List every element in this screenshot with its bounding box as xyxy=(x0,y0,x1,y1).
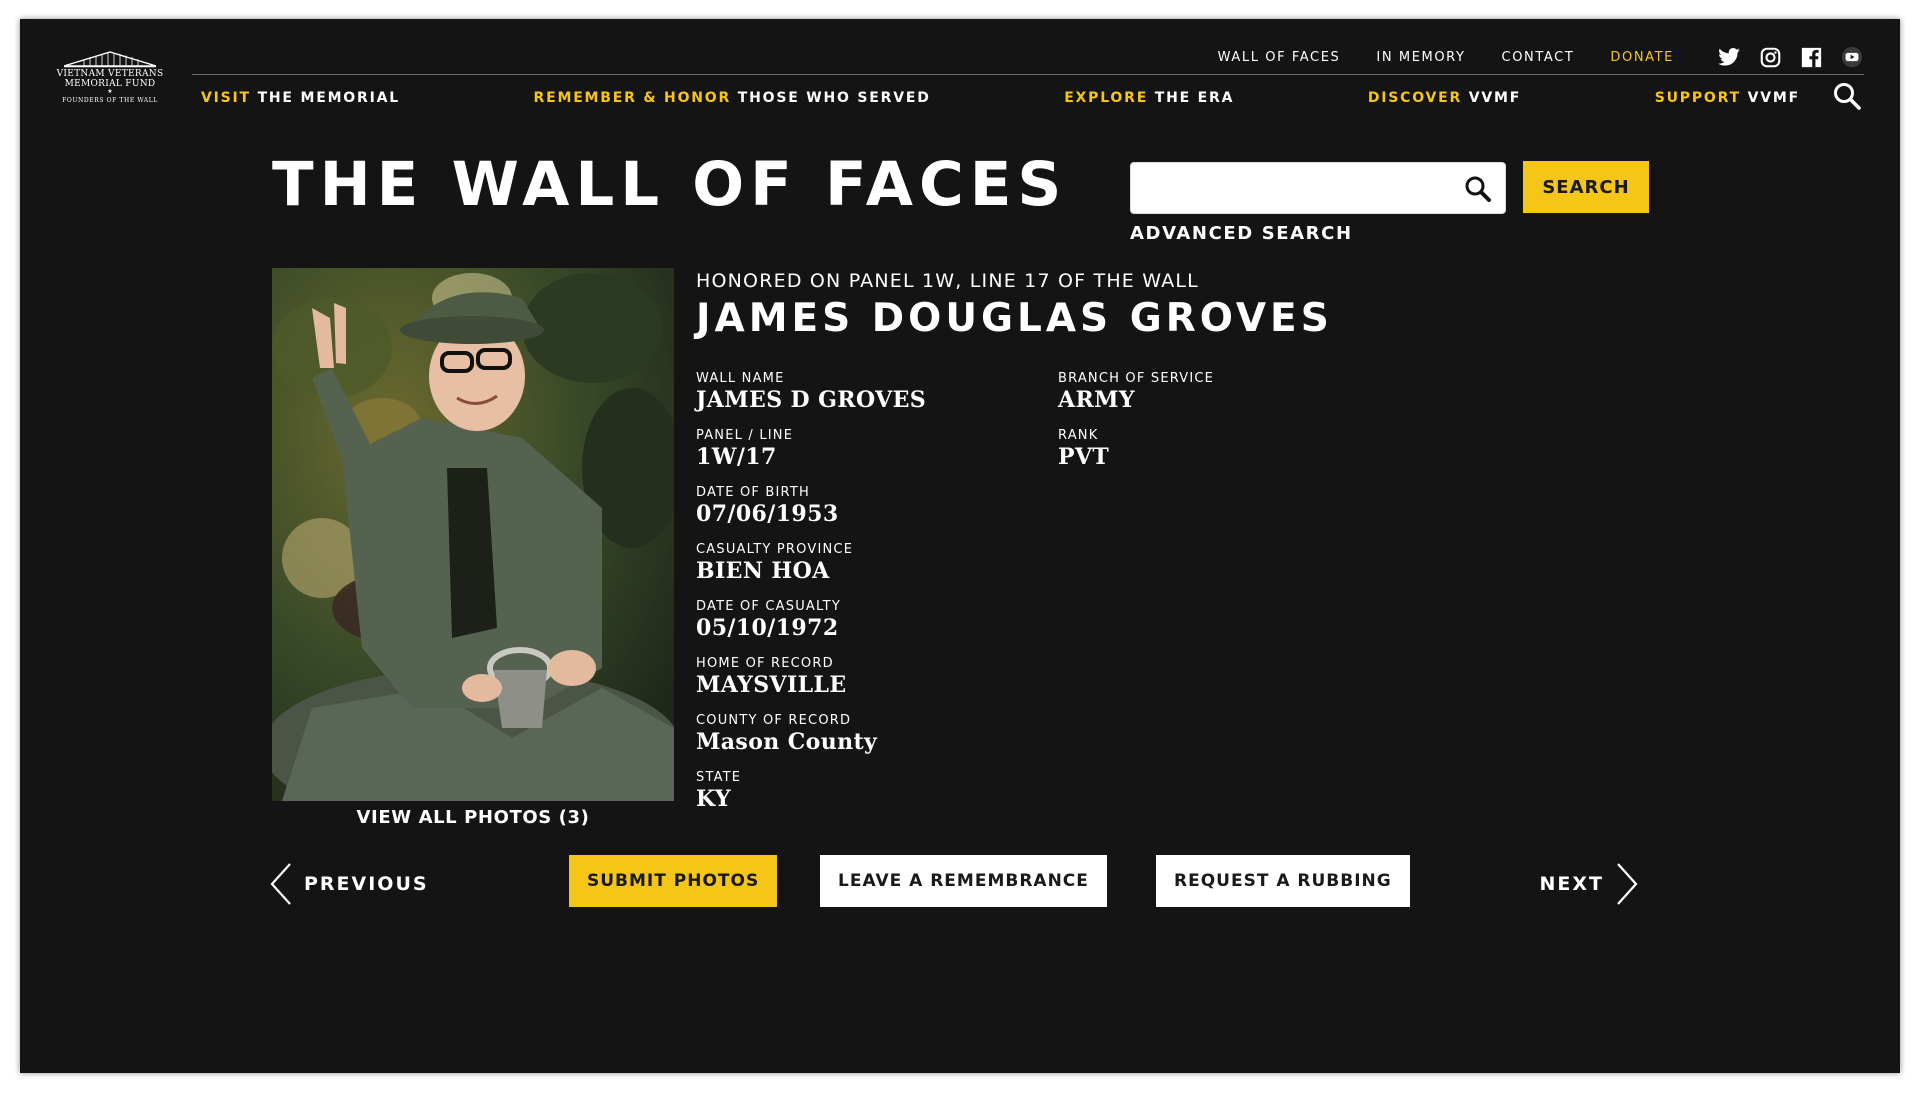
request-rubbing-button[interactable]: REQUEST A RUBBING xyxy=(1156,855,1410,907)
chevron-right-icon xyxy=(1617,863,1638,905)
field-home-of-record: HOME OF RECORD MAYSVILLE xyxy=(696,656,847,699)
submit-photos-button[interactable]: SUBMIT PHOTOS xyxy=(569,855,778,907)
page-frame: VIETNAM VETERANS MEMORIAL FUND ★ FOUNDER… xyxy=(20,19,1900,1073)
nav-discover-vvmf[interactable]: DISCOVER VVMF xyxy=(1368,90,1521,106)
nav-remember-and-honor[interactable]: REMEMBER & HONOR THOSE WHO SERVED xyxy=(534,90,931,106)
nav-explore-the-era[interactable]: EXPLORE THE ERA xyxy=(1064,90,1234,106)
field-value: JAMES D GROVES xyxy=(696,387,927,413)
field-label: HOME OF RECORD xyxy=(696,656,834,671)
field-date-of-casualty: DATE OF CASUALTY 05/10/1972 xyxy=(696,599,841,642)
nav-highlight: DISCOVER xyxy=(1367,90,1463,106)
utility-link-donate[interactable]: DONATE xyxy=(1610,50,1674,65)
logo-star-icon: ★ xyxy=(107,88,113,95)
field-value: PVT xyxy=(1058,444,1110,470)
twitter-icon[interactable] xyxy=(1717,46,1741,68)
utility-link-contact[interactable]: CONTACT xyxy=(1502,50,1575,65)
nav-highlight: VISIT xyxy=(201,90,251,106)
field-label: CASUALTY PROVINCE xyxy=(696,542,854,557)
utility-link-wall-of-faces[interactable]: WALL OF FACES xyxy=(1218,50,1341,65)
logo-line-1: VIETNAM VETERANS xyxy=(56,69,164,79)
field-value: 07/06/1953 xyxy=(696,501,839,527)
field-wall-name: WALL NAME JAMES D GROVES xyxy=(696,371,926,414)
field-label: RANK xyxy=(1058,428,1099,443)
nav-visit-the-memorial[interactable]: VISIT THE MEMORIAL xyxy=(201,90,400,106)
field-label: COUNTY OF RECORD xyxy=(696,713,852,728)
facebook-icon[interactable] xyxy=(1799,46,1823,68)
next-label: NEXT xyxy=(1539,873,1604,895)
nav-support-vvmf[interactable]: SUPPORT VVMF xyxy=(1655,90,1800,106)
field-label: STATE xyxy=(696,770,742,785)
header-divider xyxy=(192,74,1864,75)
logo-tagline: FOUNDERS OF THE WALL xyxy=(62,97,158,104)
field-county-of-record: COUNTY OF RECORD Mason County xyxy=(696,713,877,756)
memorial-wall-logo-icon xyxy=(64,51,156,68)
view-all-photos-link[interactable]: VIEW ALL PHOTOS (3) xyxy=(272,807,674,828)
youtube-icon[interactable] xyxy=(1840,46,1864,68)
field-value: BIEN HOA xyxy=(696,558,830,584)
utility-nav: WALL OF FACES IN MEMORY CONTACT DONATE xyxy=(1218,46,1864,68)
field-label: PANEL / LINE xyxy=(696,428,794,443)
nav-rest: VVMF xyxy=(1462,90,1522,106)
field-label: WALL NAME xyxy=(696,371,785,386)
field-value: MAYSVILLE xyxy=(696,672,847,698)
nav-rest: THE MEMORIAL xyxy=(250,90,400,106)
social-links xyxy=(1700,46,1864,68)
search-box xyxy=(1130,162,1506,214)
page-title: THE WALL OF FACES xyxy=(272,149,1068,220)
soldier-photo-image xyxy=(272,268,674,801)
search-input[interactable] xyxy=(1141,163,1441,213)
full-name: JAMES DOUGLAS GROVES xyxy=(696,296,1333,341)
nav-highlight: REMEMBER & HONOR xyxy=(533,90,732,106)
advanced-search-link[interactable]: ADVANCED SEARCH xyxy=(1130,223,1353,244)
field-panel-line: PANEL / LINE 1W/17 xyxy=(696,428,793,471)
field-label: DATE OF BIRTH xyxy=(696,485,810,500)
field-branch-of-service: BRANCH OF SERVICE ARMY xyxy=(1058,371,1214,414)
field-label: DATE OF CASUALTY xyxy=(696,599,841,614)
field-state: STATE KY xyxy=(696,770,741,813)
nav-rest: THE ERA xyxy=(1148,90,1235,106)
nav-rest: THOSE WHO SERVED xyxy=(731,90,931,106)
field-rank: RANK PVT xyxy=(1058,428,1109,471)
chevron-left-icon xyxy=(270,863,291,905)
next-button[interactable]: NEXT xyxy=(1540,861,1639,907)
previous-button[interactable]: PREVIOUS xyxy=(270,861,429,907)
main-nav: VISIT THE MEMORIAL REMEMBER & HONOR THOS… xyxy=(201,87,1800,109)
field-value: 1W/17 xyxy=(696,444,777,470)
field-value: KY xyxy=(696,786,732,812)
field-value: 05/10/1972 xyxy=(696,615,839,641)
field-date-of-birth: DATE OF BIRTH 07/06/1953 xyxy=(696,485,839,528)
previous-label: PREVIOUS xyxy=(304,873,429,895)
vvmf-logo[interactable]: VIETNAM VETERANS MEMORIAL FUND ★ FOUNDER… xyxy=(55,50,165,110)
field-value: ARMY xyxy=(1058,387,1136,413)
search-button[interactable]: SEARCH xyxy=(1523,161,1649,213)
search-icon[interactable] xyxy=(1463,174,1493,204)
leave-remembrance-button[interactable]: LEAVE A REMEMBRANCE xyxy=(820,855,1107,907)
field-value: Mason County xyxy=(696,729,878,755)
nav-highlight: SUPPORT xyxy=(1654,90,1741,106)
field-casualty-province: CASUALTY PROVINCE BIEN HOA xyxy=(696,542,853,585)
nav-rest: VVMF xyxy=(1740,90,1800,106)
field-label: BRANCH OF SERVICE xyxy=(1058,371,1215,386)
honored-line: HONORED ON PANEL 1W, LINE 17 OF THE WALL xyxy=(696,270,1199,292)
instagram-icon[interactable] xyxy=(1758,46,1782,68)
profile-photo[interactable] xyxy=(272,268,674,801)
utility-link-in-memory[interactable]: IN MEMORY xyxy=(1376,50,1465,65)
nav-highlight: EXPLORE xyxy=(1064,90,1149,106)
search-icon[interactable] xyxy=(1832,81,1864,113)
